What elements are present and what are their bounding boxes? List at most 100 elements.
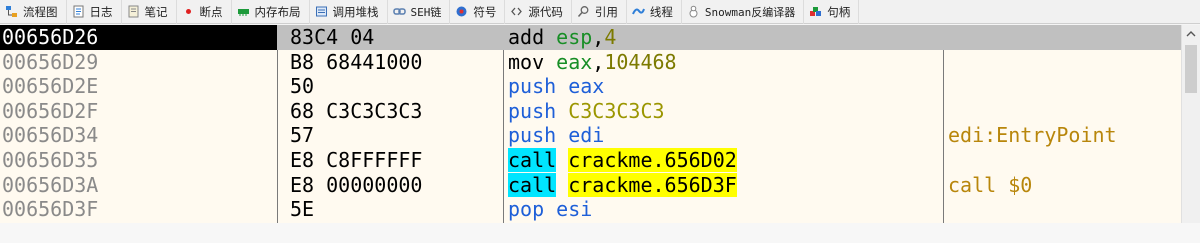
address: 00656D35 [2,148,99,172]
instruction-bytes: E8 C8FFFFFF [290,148,423,172]
tab-label: 调用堆栈 [332,4,379,19]
instruction: push C3C3C3C3 [508,99,665,124]
operand: 4 [604,25,617,49]
operand: 104468 [604,49,677,74]
disasm-row[interactable]: 00656D3A E8 00000000 call crackme.656D3F… [0,172,1181,198]
tab-snowman-decompiler[interactable]: Snowman反编译器 [682,0,805,24]
tab-label: 笔记 [144,4,168,19]
tab-label: 日志 [89,4,113,19]
handles-icon [809,5,822,18]
tab-flowchart[interactable]: 流程图 [0,0,67,24]
disassembly-view[interactable]: 00656D26 83C4 04 add esp,4 00656D29 B8 6… [0,25,1181,223]
instruction-bytes: 83C4 04 [290,25,375,49]
instruction-bytes: 50 [290,74,315,99]
threads-icon [631,5,645,18]
tab-handles[interactable]: 句柄 [804,0,860,24]
disasm-row[interactable]: 00656D3F 5E pop esi [0,197,1181,222]
symbols-icon [455,5,468,18]
operand: edi [568,123,605,148]
scroll-up-icon[interactable] [1185,27,1197,41]
breakpoint-icon [182,5,195,18]
instruction: call crackme.656D02 [508,148,737,173]
disasm-row[interactable]: 00656D35 E8 C8FFFFFF call crackme.656D02 [0,148,1181,173]
mnemonic: push [508,123,557,148]
address: 00656D34 [2,123,99,148]
instruction-bytes: 57 [290,123,315,148]
tab-label: 线程 [649,4,673,19]
instruction: pop esi [508,197,592,222]
instruction: push edi [508,123,604,148]
instruction-bytes: 68 C3C3C3C3 [290,98,423,123]
vertical-scrollbar[interactable] [1181,25,1200,223]
disasm-row[interactable]: 00656D2F 68 C3C3C3C3 push C3C3C3C3 [0,99,1181,124]
snowman-decompiler-icon [687,5,700,18]
disasm-row[interactable]: 00656D29 B8 68441000 mov eax,104468 [0,50,1181,75]
seh-chain-icon [392,5,406,18]
tab-label: 引用 [594,4,618,19]
tab-log[interactable]: 日志 [67,0,122,24]
operand: eax [568,74,605,99]
notes-icon [127,5,140,18]
operand: C3C3C3C3 [568,98,665,123]
call-target[interactable]: crackme.656D02 [568,148,737,172]
instruction-bytes: E8 00000000 [290,172,423,197]
tab-label: 句柄 [827,4,851,19]
flowchart-icon [5,5,18,18]
operand: eax [556,49,593,74]
tab-label: Snowman反编译器 [704,5,796,19]
address: 00656D26 [0,25,277,50]
tab-references[interactable]: 引用 [572,0,627,24]
disasm-row[interactable]: 00656D34 57 push edi edi:EntryPoint [0,123,1181,148]
address: 00656D3F [2,197,99,222]
mnemonic: push [508,98,557,123]
mnemonic: call [508,148,557,172]
tab-threads[interactable]: 线程 [627,0,682,24]
operand: esp [556,25,593,49]
instruction: mov eax,104468 [508,50,677,75]
memory-map-icon [237,5,250,18]
disasm-row[interactable]: 00656D2E 50 push eax [0,74,1181,99]
source-code-icon [510,5,523,18]
selection-highlight [277,25,1181,50]
address: 00656D2F [2,98,99,123]
tab-breakpoints[interactable]: 断点 [177,0,232,24]
tab-label: 断点 [199,4,223,19]
references-icon [577,5,590,18]
tab-symbols[interactable]: 符号 [450,0,506,24]
tab-label: 符号 [473,4,497,19]
address: 00656D29 [2,49,99,74]
mnemonic: push [508,74,557,99]
address: 00656D2E [2,74,99,99]
bottom-gap [0,223,1200,243]
operand: esi [556,197,593,222]
call-stack-icon [315,5,328,18]
tab-call-stack[interactable]: 调用堆栈 [310,0,388,24]
tab-label: 内存布局 [254,4,301,19]
comment: edi:EntryPoint [948,123,1117,148]
operand-separator: , [592,25,605,49]
instruction: call crackme.656D3F [508,172,737,198]
tab-notes[interactable]: 笔记 [122,0,177,24]
instruction: add esp,4 [508,25,616,50]
scrollbar-thumb[interactable] [1185,45,1197,93]
disasm-row[interactable]: 00656D26 83C4 04 add esp,4 [0,25,1181,50]
tab-label: SEH链 [410,5,442,19]
operand-separator: , [592,49,605,74]
instruction-bytes: B8 68441000 [290,49,423,74]
mnemonic: pop [508,197,545,222]
mnemonic: mov [508,49,545,74]
tab-label: 流程图 [23,4,58,19]
mnemonic: call [508,172,557,197]
log-icon [72,5,85,18]
instruction: push eax [508,74,604,99]
tab-label: 源代码 [528,4,563,19]
address: 00656D3A [2,172,99,197]
call-target[interactable]: crackme.656D3F [568,172,737,197]
mnemonic: add [508,25,545,49]
instruction-bytes: 5E [290,197,315,222]
comment: call $0 [948,172,1033,197]
view-tab-bar: 流程图 日志 笔记 断点 内存布局 调用堆栈 SEH链 符号 源代码 引用 线程… [0,0,1200,24]
tab-source-code[interactable]: 源代码 [505,0,572,24]
tab-memory-map[interactable]: 内存布局 [232,0,310,24]
tab-seh-chain[interactable]: SEH链 [388,0,451,24]
